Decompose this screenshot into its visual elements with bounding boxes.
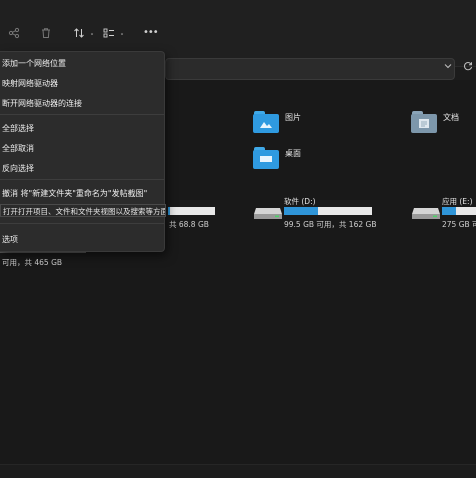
menu-item-add-network-location[interactable]: 添加一个网络位置 xyxy=(2,58,66,69)
quick-access-documents[interactable]: 文档 xyxy=(411,111,459,133)
documents-folder-icon xyxy=(411,111,437,133)
drive-name: 软件 (D:) xyxy=(284,197,316,206)
trash-icon[interactable] xyxy=(40,27,52,45)
chevron-down-icon: ˅ xyxy=(120,33,124,41)
menu-item-options[interactable]: 选项 xyxy=(2,234,18,245)
view-icon xyxy=(103,28,118,42)
drive-usage-fill xyxy=(168,207,171,215)
quick-access-desktop[interactable]: 桌面 xyxy=(253,147,301,169)
drive-name: 应用 (E:) xyxy=(442,197,473,206)
menu-item-map-network-drive[interactable]: 映射网络驱动器 xyxy=(2,78,58,89)
menu-item-undo-rename[interactable]: 撤消 将"新建文件夹"重命名为"发帖截图" xyxy=(2,188,147,199)
quick-access-label: 图片 xyxy=(285,112,301,122)
drive-usage-bar xyxy=(168,207,215,215)
address-bar[interactable] xyxy=(165,58,455,80)
hard-drive-icon xyxy=(412,208,440,219)
menu-item-select-none[interactable]: 全部取消 xyxy=(2,143,34,154)
quick-access-label: 文档 xyxy=(443,112,459,122)
address-history-chevron-icon[interactable] xyxy=(444,62,452,72)
chevron-down-icon: ˅ xyxy=(90,33,94,41)
menu-item-select-all[interactable]: 全部选择 xyxy=(2,123,34,134)
menu-separator xyxy=(0,114,164,115)
drive-usage-fill xyxy=(284,207,319,215)
see-more-menu: 添加一个网络位置 映射网络驱动器 断开网络驱动器的连接 全部选择 全部取消 反向… xyxy=(0,51,165,252)
more-icon[interactable]: ••• xyxy=(143,27,159,45)
options-tooltip: 打开打开项目、文件和文件夹视图以及搜索等方面的 xyxy=(0,204,166,217)
pictures-folder-icon xyxy=(253,111,279,133)
menu-separator xyxy=(0,179,164,180)
drive-free-space: 共 68.8 GB xyxy=(169,220,209,229)
drive-free-space: 99.5 GB 可用，共 162 GB xyxy=(284,220,377,229)
sort-icon xyxy=(73,28,88,42)
refresh-icon[interactable] xyxy=(463,61,473,74)
desktop-folder-icon xyxy=(253,147,279,169)
menu-item-disconnect-network-drive[interactable]: 断开网络驱动器的连接 xyxy=(2,98,82,109)
hard-drive-icon xyxy=(254,208,282,219)
menu-item-invert-selection[interactable]: 反向选择 xyxy=(2,163,34,174)
status-bar xyxy=(0,464,476,478)
drive-free-space: 可用，共 465 GB xyxy=(2,258,63,267)
sort-button[interactable]: ˅ xyxy=(73,27,94,45)
drive-free-space: 275 GB 可 xyxy=(442,220,476,229)
share-icon[interactable] xyxy=(8,27,20,45)
quick-access-pictures[interactable]: 图片 xyxy=(253,111,301,133)
drive-usage-fill xyxy=(442,207,456,215)
view-button[interactable]: ˅ xyxy=(103,27,124,45)
drive-usage-bar xyxy=(442,207,476,215)
quick-access-label: 桌面 xyxy=(285,148,301,158)
menu-separator xyxy=(0,223,164,224)
drive-usage-bar xyxy=(284,207,372,215)
